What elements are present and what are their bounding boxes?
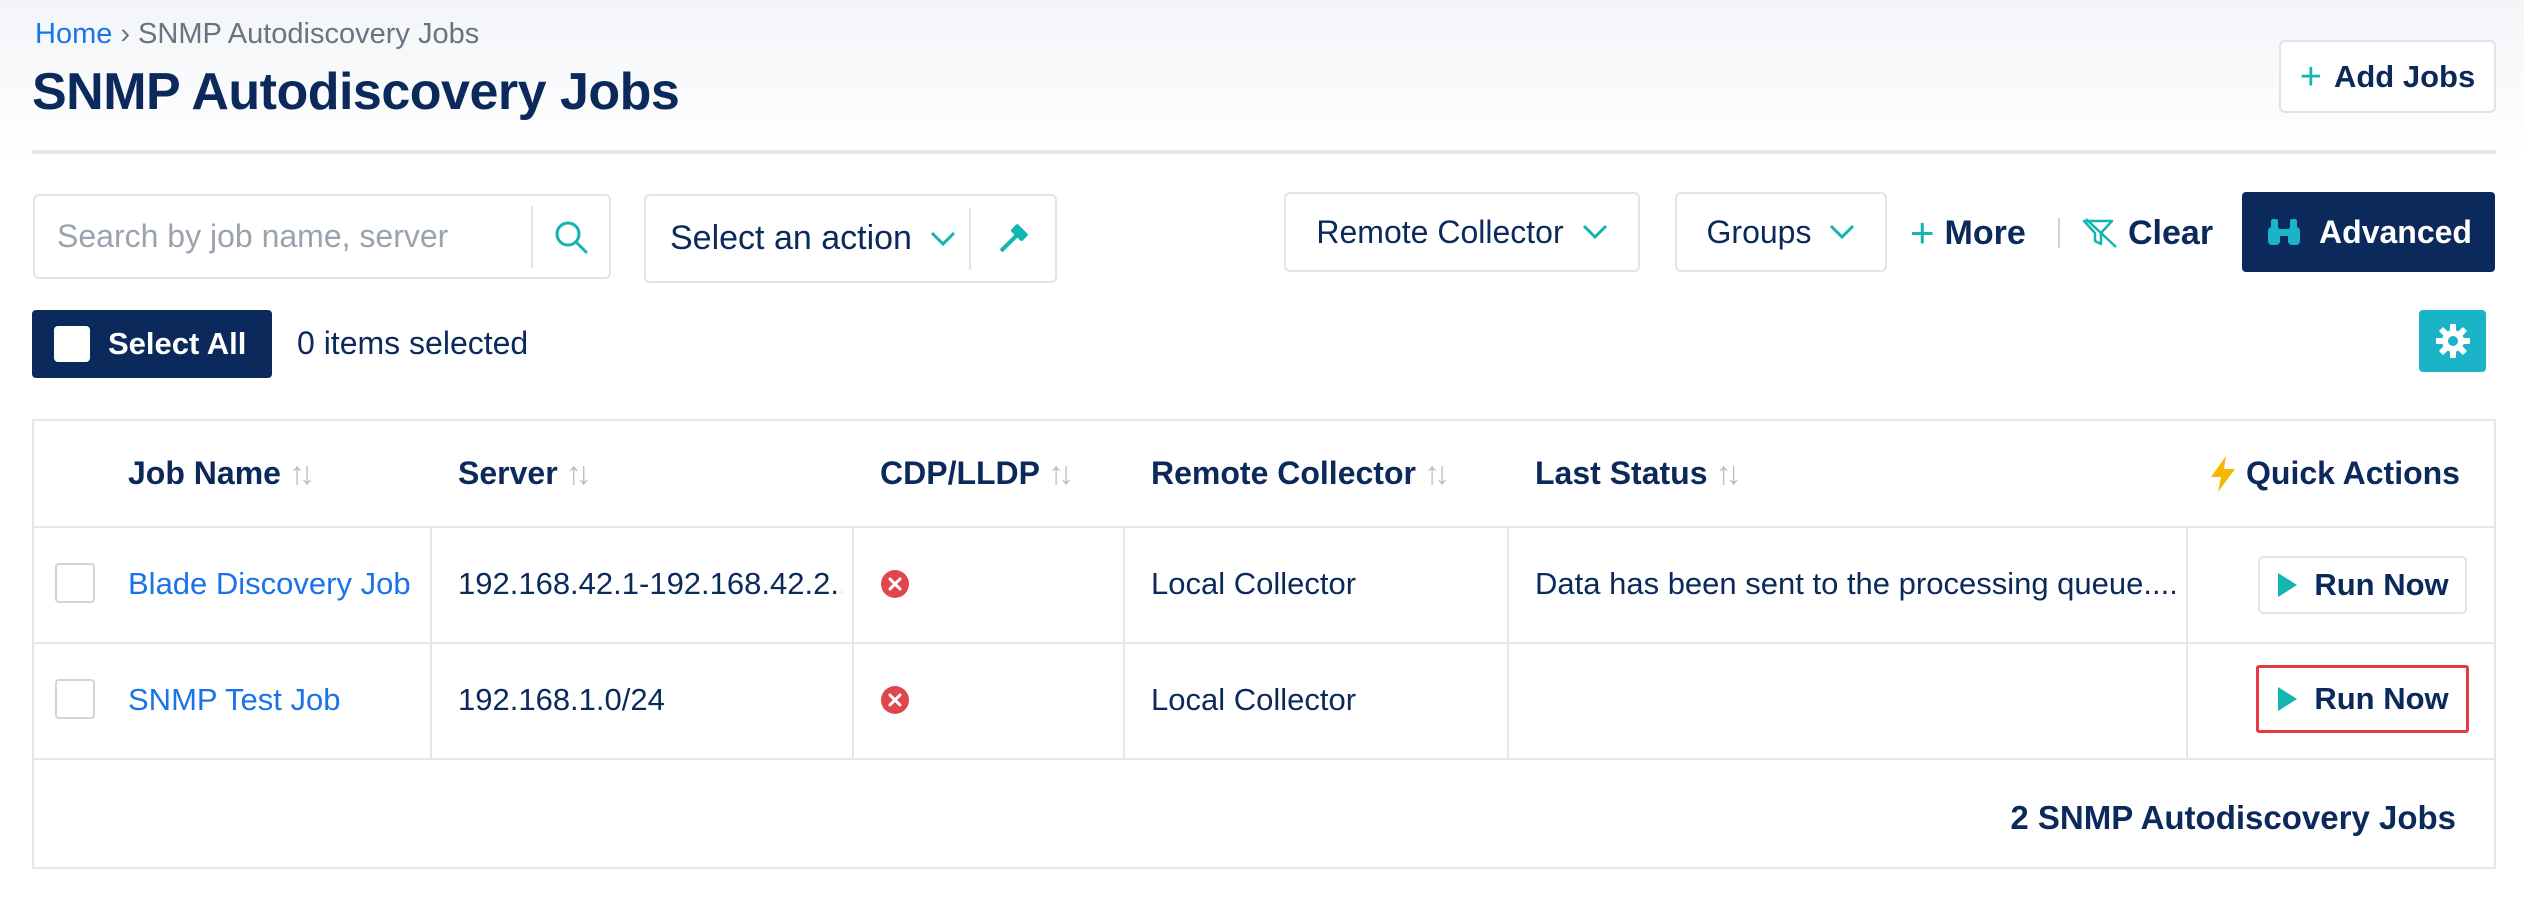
chevron-down-icon	[1830, 224, 1855, 240]
apply-action-button[interactable]	[971, 219, 1055, 259]
column-header-job-name[interactable]: Job Name ↑↓	[128, 421, 315, 526]
column-header-label: Remote Collector	[1151, 455, 1416, 491]
jobs-table: Job Name ↑↓ Server ↑↓ CDP/LLDP ↑↓ Remote…	[32, 419, 2496, 869]
column-divider	[1123, 526, 1125, 758]
play-icon	[2278, 687, 2298, 711]
breadcrumb: Home › SNMP Autodiscovery Jobs	[35, 18, 479, 51]
column-header-cdp-lldp[interactable]: CDP/LLDP ↑↓	[880, 421, 1074, 526]
select-all-label: Select All	[108, 326, 247, 361]
column-header-label: Last Status	[1535, 455, 1708, 491]
column-divider	[1507, 526, 1509, 758]
items-selected-count: 0 items selected	[297, 325, 529, 361]
action-select-label: Select an action	[670, 219, 912, 257]
advanced-search-label: Advanced	[2319, 213, 2472, 250]
groups-filter-label: Groups	[1706, 213, 1812, 250]
column-header-last-status[interactable]: Last Status ↑↓	[1535, 421, 1741, 526]
plus-icon: +	[2299, 55, 2322, 98]
server-cell: 192.168.1.0/24	[458, 682, 665, 717]
column-divider	[430, 526, 432, 758]
table-footer-count: 2 SNMP Autodiscovery Jobs	[2010, 799, 2456, 836]
row-divider	[34, 758, 2494, 760]
column-header-label: Job Name	[128, 455, 281, 491]
error-circle-icon	[881, 686, 909, 714]
sort-icon[interactable]: ↑↓	[1715, 455, 1741, 492]
clear-filter-icon	[2082, 218, 2117, 248]
more-filters-label: More	[1944, 213, 2026, 252]
add-jobs-button[interactable]: + Add Jobs	[2279, 40, 2496, 113]
select-all-checkbox[interactable]	[54, 326, 90, 362]
sort-icon[interactable]: ↑↓	[1424, 455, 1450, 492]
server-cell: 192.168.42.1-192.168.42.2...	[458, 566, 842, 601]
job-name-link[interactable]: Blade Discovery Job	[128, 526, 428, 642]
more-filters-button[interactable]: + More	[1910, 208, 2026, 258]
breadcrumb-home-link[interactable]: Home	[35, 18, 112, 51]
last-status-cell	[1535, 642, 2175, 758]
remote-collector-cell: Local Collector	[1151, 682, 1357, 717]
run-now-label: Run Now	[2314, 567, 2449, 602]
advanced-search-button[interactable]: Advanced	[2242, 192, 2495, 272]
title-divider	[32, 150, 2496, 154]
search-icon	[555, 221, 588, 253]
breadcrumb-current: SNMP Autodiscovery Jobs	[138, 18, 480, 50]
sort-icon[interactable]: ↑↓	[1048, 455, 1074, 492]
run-now-button[interactable]: Run Now	[2258, 556, 2467, 614]
plus-icon: +	[1910, 209, 1935, 256]
binoculars-icon	[2268, 219, 2301, 245]
row-checkbox[interactable]	[55, 563, 95, 603]
search-box	[33, 194, 611, 279]
lightning-icon	[2211, 455, 2235, 492]
play-icon	[2278, 573, 2298, 597]
last-status-cell: Data has been sent to the processing que…	[1535, 566, 2175, 601]
clear-filters-button[interactable]: Clear	[2082, 208, 2213, 258]
gear-icon	[2435, 324, 2470, 358]
clear-filters-label: Clear	[2128, 213, 2214, 252]
groups-filter[interactable]: Groups	[1675, 192, 1887, 272]
table-settings-button[interactable]	[2419, 310, 2486, 372]
remote-collector-filter-label: Remote Collector	[1316, 213, 1564, 250]
chevron-down-icon	[1582, 224, 1607, 240]
breadcrumb-separator: ›	[120, 18, 131, 50]
column-divider	[2186, 526, 2188, 758]
cdp-lldp-cell	[880, 642, 940, 758]
search-button[interactable]	[533, 196, 609, 277]
add-jobs-label: Add Jobs	[2333, 58, 2476, 94]
run-now-label: Run Now	[2314, 681, 2449, 716]
sort-icon[interactable]: ↑↓	[289, 455, 315, 492]
page-title: SNMP Autodiscovery Jobs	[32, 63, 680, 121]
action-select-dropdown[interactable]: Select an action	[646, 219, 969, 258]
select-all-button[interactable]: Select All	[32, 310, 272, 378]
search-input[interactable]	[35, 196, 531, 277]
job-name-link[interactable]: SNMP Test Job	[128, 642, 428, 758]
column-header-quick-actions: Quick Actions	[2208, 421, 2460, 526]
remote-collector-filter[interactable]: Remote Collector	[1284, 192, 1640, 272]
sort-icon[interactable]: ↑↓	[566, 455, 592, 492]
error-circle-icon	[881, 570, 909, 598]
gavel-icon	[1000, 223, 1028, 252]
column-header-label: CDP/LLDP	[880, 455, 1040, 491]
column-header-remote-collector[interactable]: Remote Collector ↑↓	[1151, 421, 1450, 526]
column-header-label: Server	[458, 455, 558, 491]
run-now-button[interactable]: Run Now	[2256, 665, 2469, 733]
remote-collector-cell: Local Collector	[1151, 566, 1357, 601]
cdp-lldp-cell	[880, 526, 940, 642]
toolbar-divider	[2058, 218, 2060, 248]
column-header-server[interactable]: Server ↑↓	[458, 421, 592, 526]
action-select: Select an action	[644, 194, 1057, 283]
row-checkbox[interactable]	[55, 679, 95, 719]
column-header-label: Quick Actions	[2246, 455, 2460, 491]
chevron-down-icon	[930, 231, 955, 246]
column-divider	[852, 526, 854, 758]
